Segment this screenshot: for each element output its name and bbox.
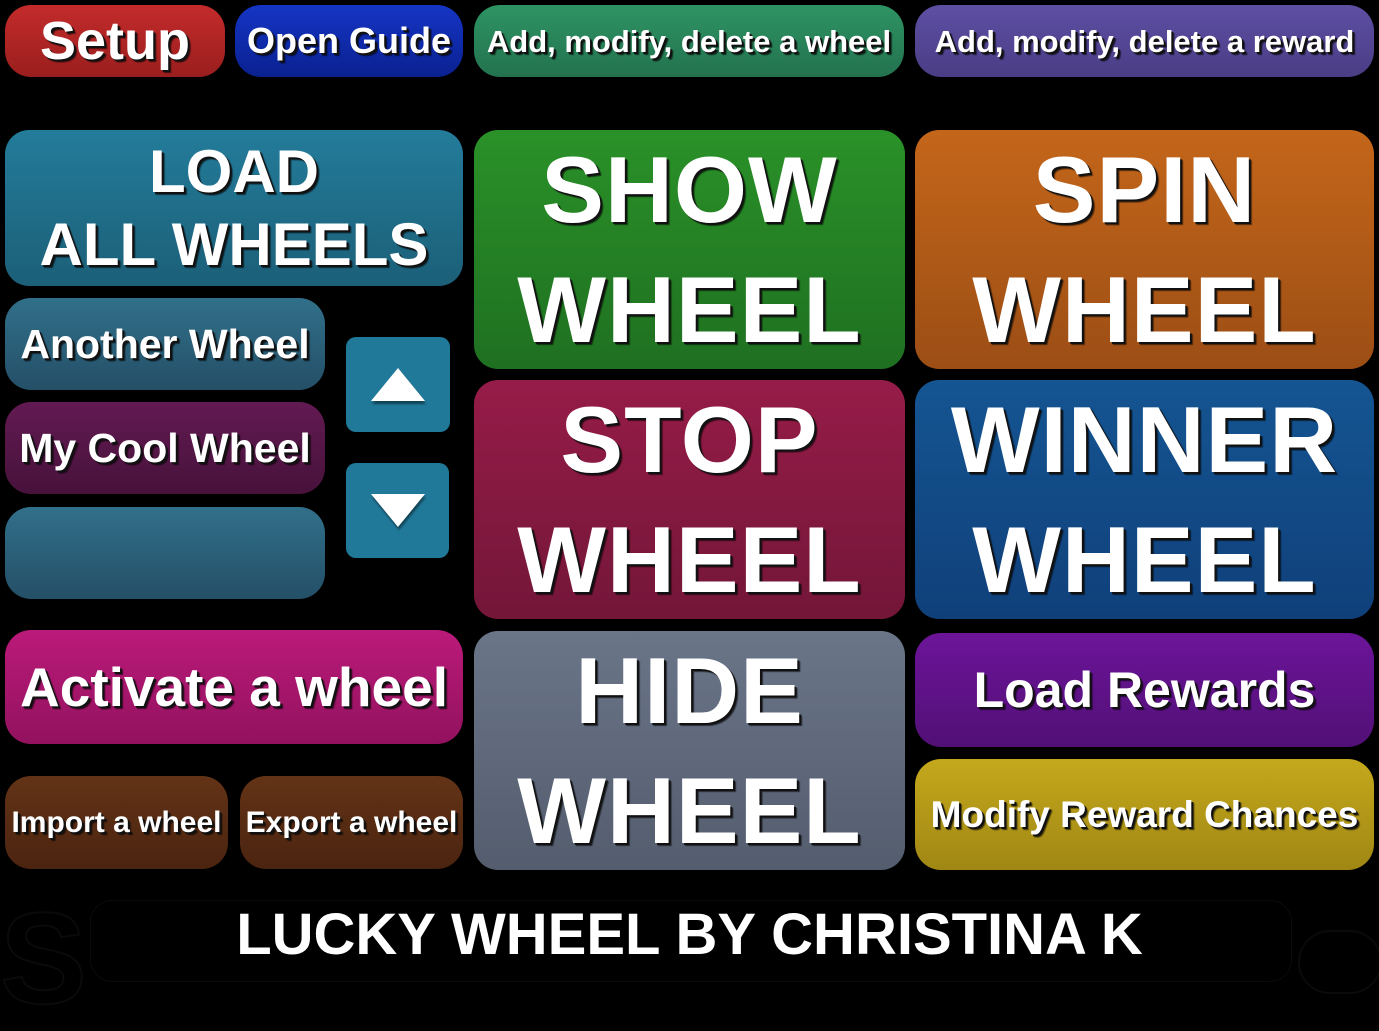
export-wheel-button[interactable]: Export a wheel	[240, 776, 463, 869]
wheel-list-item-label: Another Wheel	[20, 320, 310, 367]
show-wheel-line2: WHEEL	[517, 256, 862, 362]
setup-button[interactable]: Setup	[5, 5, 225, 77]
activate-wheel-button[interactable]: Activate a wheel	[5, 630, 463, 744]
edit-wheel-button[interactable]: Add, modify, delete a wheel	[474, 5, 904, 77]
triangle-down-icon	[370, 494, 425, 527]
winner-wheel-button[interactable]: WINNER WHEEL	[915, 380, 1374, 619]
wheel-list-item[interactable]: Another Wheel	[5, 298, 325, 390]
hide-wheel-button[interactable]: HIDE WHEEL	[474, 631, 905, 870]
import-wheel-button[interactable]: Import a wheel	[5, 776, 228, 869]
export-wheel-label: Export a wheel	[245, 805, 458, 839]
scroll-down-button[interactable]	[346, 463, 449, 558]
modify-reward-chances-label: Modify Reward Chances	[930, 794, 1359, 835]
wheel-list-item-selected[interactable]: My Cool Wheel	[5, 402, 325, 494]
spin-wheel-line2: WHEEL	[972, 256, 1317, 362]
setup-label: Setup	[39, 11, 190, 71]
hide-wheel-line1: HIDE	[575, 638, 804, 744]
scroll-up-button[interactable]	[346, 337, 450, 432]
load-rewards-button[interactable]: Load Rewards	[915, 633, 1374, 747]
stop-wheel-line1: STOP	[560, 387, 819, 493]
stop-wheel-button[interactable]: STOP WHEEL	[474, 380, 905, 619]
wheel-list-item-label: My Cool Wheel	[19, 424, 311, 471]
show-wheel-button[interactable]: SHOW WHEEL	[474, 130, 905, 369]
load-all-line1: LOAD	[149, 137, 319, 205]
show-wheel-line1: SHOW	[541, 137, 838, 243]
activate-wheel-label: Activate a wheel	[20, 655, 448, 718]
import-wheel-label: Import a wheel	[11, 805, 222, 839]
winner-wheel-line2: WHEEL	[972, 506, 1317, 612]
stop-wheel-line2: WHEEL	[517, 506, 862, 612]
open-guide-button[interactable]: Open Guide	[235, 5, 463, 77]
open-guide-label: Open Guide	[246, 20, 451, 61]
load-all-line2: ALL WHEELS	[39, 211, 429, 278]
spin-wheel-button[interactable]: SPIN WHEEL	[915, 130, 1374, 369]
triangle-up-icon	[371, 368, 425, 401]
edit-wheel-label: Add, modify, delete a wheel	[486, 23, 892, 59]
load-all-wheels-button[interactable]: LOAD ALL WHEELS	[5, 130, 463, 286]
spin-wheel-line1: SPIN	[1032, 137, 1257, 243]
hide-wheel-line2: WHEEL	[517, 757, 862, 863]
load-rewards-label: Load Rewards	[973, 662, 1316, 718]
footer-credit: LUCKY WHEEL BY CHRISTINA K	[236, 902, 1143, 967]
edit-reward-button[interactable]: Add, modify, delete a reward	[915, 5, 1374, 77]
edit-reward-label: Add, modify, delete a reward	[934, 23, 1355, 59]
wheel-list-item-empty[interactable]	[5, 507, 325, 599]
winner-wheel-line1: WINNER	[950, 387, 1339, 493]
modify-reward-chances-button[interactable]: Modify Reward Chances	[915, 759, 1374, 870]
